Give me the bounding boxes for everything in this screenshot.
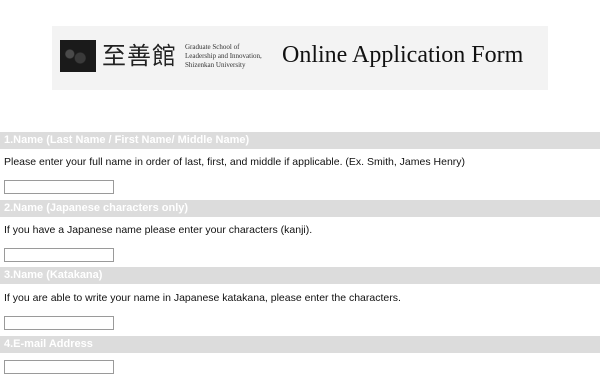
- katakana-input[interactable]: [4, 316, 114, 330]
- japanese-name-input[interactable]: [4, 248, 114, 262]
- logo-emblem-icon: [60, 40, 96, 72]
- university-logo: 至善館 Graduate School of Leadership and In…: [60, 38, 262, 74]
- section-header-email: 4.E-mail Address: [0, 336, 600, 353]
- application-form-page: 至善館 Graduate School of Leadership and In…: [0, 0, 600, 380]
- logo-subtitle-line: Shizenkan University: [185, 60, 246, 69]
- section-instruction-japanese-name: If you have a Japanese name please enter…: [4, 224, 313, 236]
- page-title: Online Application Form: [282, 42, 524, 68]
- section-instruction-name: Please enter your full name in order of …: [4, 156, 466, 168]
- logo-subtitle: Graduate School of Leadership and Innova…: [185, 43, 262, 70]
- logo-subtitle-line: Graduate School of: [185, 42, 240, 51]
- email-input[interactable]: [4, 360, 114, 374]
- logo-kanji: 至善館: [102, 42, 177, 70]
- name-input[interactable]: [4, 180, 114, 194]
- section-header-katakana: 3.Name (Katakana): [0, 267, 600, 284]
- section-header-name: 1.Name (Last Name / First Name/ Middle N…: [0, 132, 600, 149]
- logo-subtitle-line: Leadership and Innovation,: [185, 51, 262, 60]
- section-header-japanese-name: 2.Name (Japanese characters only): [0, 200, 600, 217]
- section-instruction-katakana: If you are able to write your name in Ja…: [4, 292, 401, 304]
